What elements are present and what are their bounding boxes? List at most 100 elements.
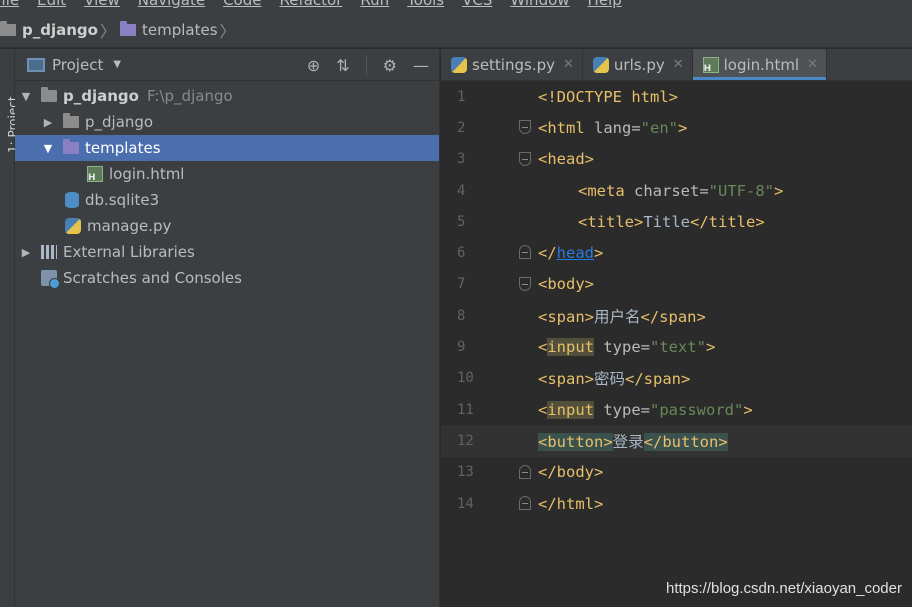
tree-item-package[interactable]: ▶ p_django [15,109,439,135]
expanded-arrow-icon[interactable]: ▼ [19,90,33,103]
menu-edit[interactable]: Edit [37,0,66,9]
code-line[interactable]: 9 <input type="text"> [441,331,912,362]
collapsed-arrow-icon[interactable]: ▶ [41,116,55,129]
menu-code[interactable]: Code [223,0,261,9]
code-line[interactable]: 13 </body> [441,457,912,488]
code-line[interactable]: 8 <span>用户名</span> [441,300,912,331]
line-number: 7 [457,276,466,293]
tree-item-manage-py[interactable]: manage.py [15,213,439,239]
breadcrumb-folder-label: templates [141,20,218,39]
tree-item-label: login.html [109,165,185,183]
code-line[interactable]: 1 <!DOCTYPE html> [441,81,912,112]
tree-item-path: F:\p_django [146,87,233,105]
code-area[interactable]: 1 <!DOCTYPE html> 2 <html lang="en"> 3 <… [441,81,912,519]
fold-icon[interactable] [519,495,531,510]
minimize-icon[interactable]: — [413,56,429,75]
code-line[interactable]: 3 <head> [441,144,912,175]
python-file-icon [451,56,467,73]
locate-icon[interactable]: ⊕ [307,56,320,75]
close-icon[interactable]: ✕ [673,57,684,72]
editor: settings.py ✕ urls.py ✕ login.html ✕ 1 <… [441,49,912,607]
code-text: <body> [538,275,594,294]
tab-settings-py[interactable]: settings.py ✕ [441,49,583,80]
code-text: </html> [538,494,604,513]
code-line[interactable]: 4 <meta charset="UTF-8"> [441,175,912,206]
menu-file[interactable]: File [0,0,19,9]
library-icon [41,245,57,259]
line-number: 1 [457,88,466,105]
folder-icon [0,20,16,36]
code-line[interactable]: 6 </head> [441,237,912,268]
code-line[interactable]: 11 <input type="password"> [441,394,912,425]
gear-icon[interactable]: ⚙ [383,56,397,75]
menu-vcs[interactable]: VCS [462,0,492,9]
fold-icon[interactable] [519,276,531,291]
tree-item-label: External Libraries [63,243,195,261]
line-number: 13 [457,464,474,481]
menu-navigate[interactable]: Navigate [138,0,205,9]
menu-view[interactable]: View [84,0,120,9]
menu-help[interactable]: Help [588,0,622,9]
code-line[interactable]: 5 <title>Title</title> [441,206,912,237]
collapse-all-icon[interactable]: ⇅ [336,56,349,75]
close-icon[interactable]: ✕ [807,57,818,72]
menu-run[interactable]: Run [360,0,389,9]
fold-icon[interactable] [519,245,531,260]
project-tree: ▼ p_django F:\p_django ▶ p_django ▼ temp… [15,81,439,291]
menu-refactor[interactable]: Refactor [279,0,342,9]
fold-icon[interactable] [519,151,531,166]
folder-icon [63,139,79,154]
tree-item-login-html[interactable]: login.html [15,161,439,187]
menu-window[interactable]: Window [510,0,569,9]
breadcrumb: p_django 〉 templates 〉 [0,12,912,48]
collapsed-arrow-icon[interactable]: ▶ [19,246,33,259]
code-text: <span>密码</span> [538,370,691,389]
code-text: <button>登录</button> [538,432,728,451]
breadcrumb-folder[interactable]: templates [119,20,218,39]
tab-label: settings.py [472,55,555,74]
dropdown-arrow-icon[interactable]: ▼ [113,59,121,70]
code-text: </body> [538,463,604,482]
tab-label: login.html [723,55,800,74]
scratches-icon [41,270,60,289]
code-line[interactable]: 14 </html> [441,488,912,519]
divider [365,55,367,75]
watermark: https://blog.csdn.net/xiaoyan_coder [666,580,902,597]
code-line[interactable]: 10 <span>密码</span> [441,363,912,394]
html-file-icon [87,166,103,183]
python-file-icon [65,218,81,234]
code-line-current[interactable]: 12 <button>登录</button> [441,425,912,457]
fold-icon[interactable] [519,464,531,479]
code-line[interactable]: 2 <html lang="en"> [441,112,912,143]
line-number: 5 [457,213,466,230]
expanded-arrow-icon[interactable]: ▼ [41,142,55,155]
fold-icon[interactable] [519,120,531,135]
code-text: </head> [538,244,604,263]
tree-item-label: p_django [63,87,139,105]
tab-label: urls.py [613,55,665,74]
close-icon[interactable]: ✕ [563,57,574,72]
project-panel-title[interactable]: Project [52,56,103,74]
tree-item-scratches[interactable]: Scratches and Consoles [15,265,439,291]
tree-item-db[interactable]: db.sqlite3 [15,187,439,213]
line-number: 3 [457,151,466,168]
editor-tabs: settings.py ✕ urls.py ✕ login.html ✕ [441,49,912,81]
python-file-icon [592,56,609,73]
code-line[interactable]: 7 <body> [441,269,912,300]
folder-icon [41,87,57,102]
tree-item-external-libraries[interactable]: ▶ External Libraries [15,239,439,265]
line-number: 11 [457,401,474,418]
tree-item-root[interactable]: ▼ p_django F:\p_django [15,83,439,109]
line-number: 4 [457,182,466,199]
line-number: 12 [457,432,474,449]
tree-item-templates[interactable]: ▼ templates [15,135,439,161]
code-text: <head> [538,150,594,169]
breadcrumb-project[interactable]: p_django [0,20,98,39]
project-panel-header: Project ▼ ⊕ ⇅ ⚙ — [15,49,439,81]
chevron-right-icon: 〉 [99,21,116,41]
tab-urls-py[interactable]: urls.py ✕ [583,49,693,80]
database-icon [65,192,79,208]
menu-tools[interactable]: Tools [407,0,444,9]
project-view-icon [27,57,45,72]
tab-login-html[interactable]: login.html ✕ [692,49,828,80]
